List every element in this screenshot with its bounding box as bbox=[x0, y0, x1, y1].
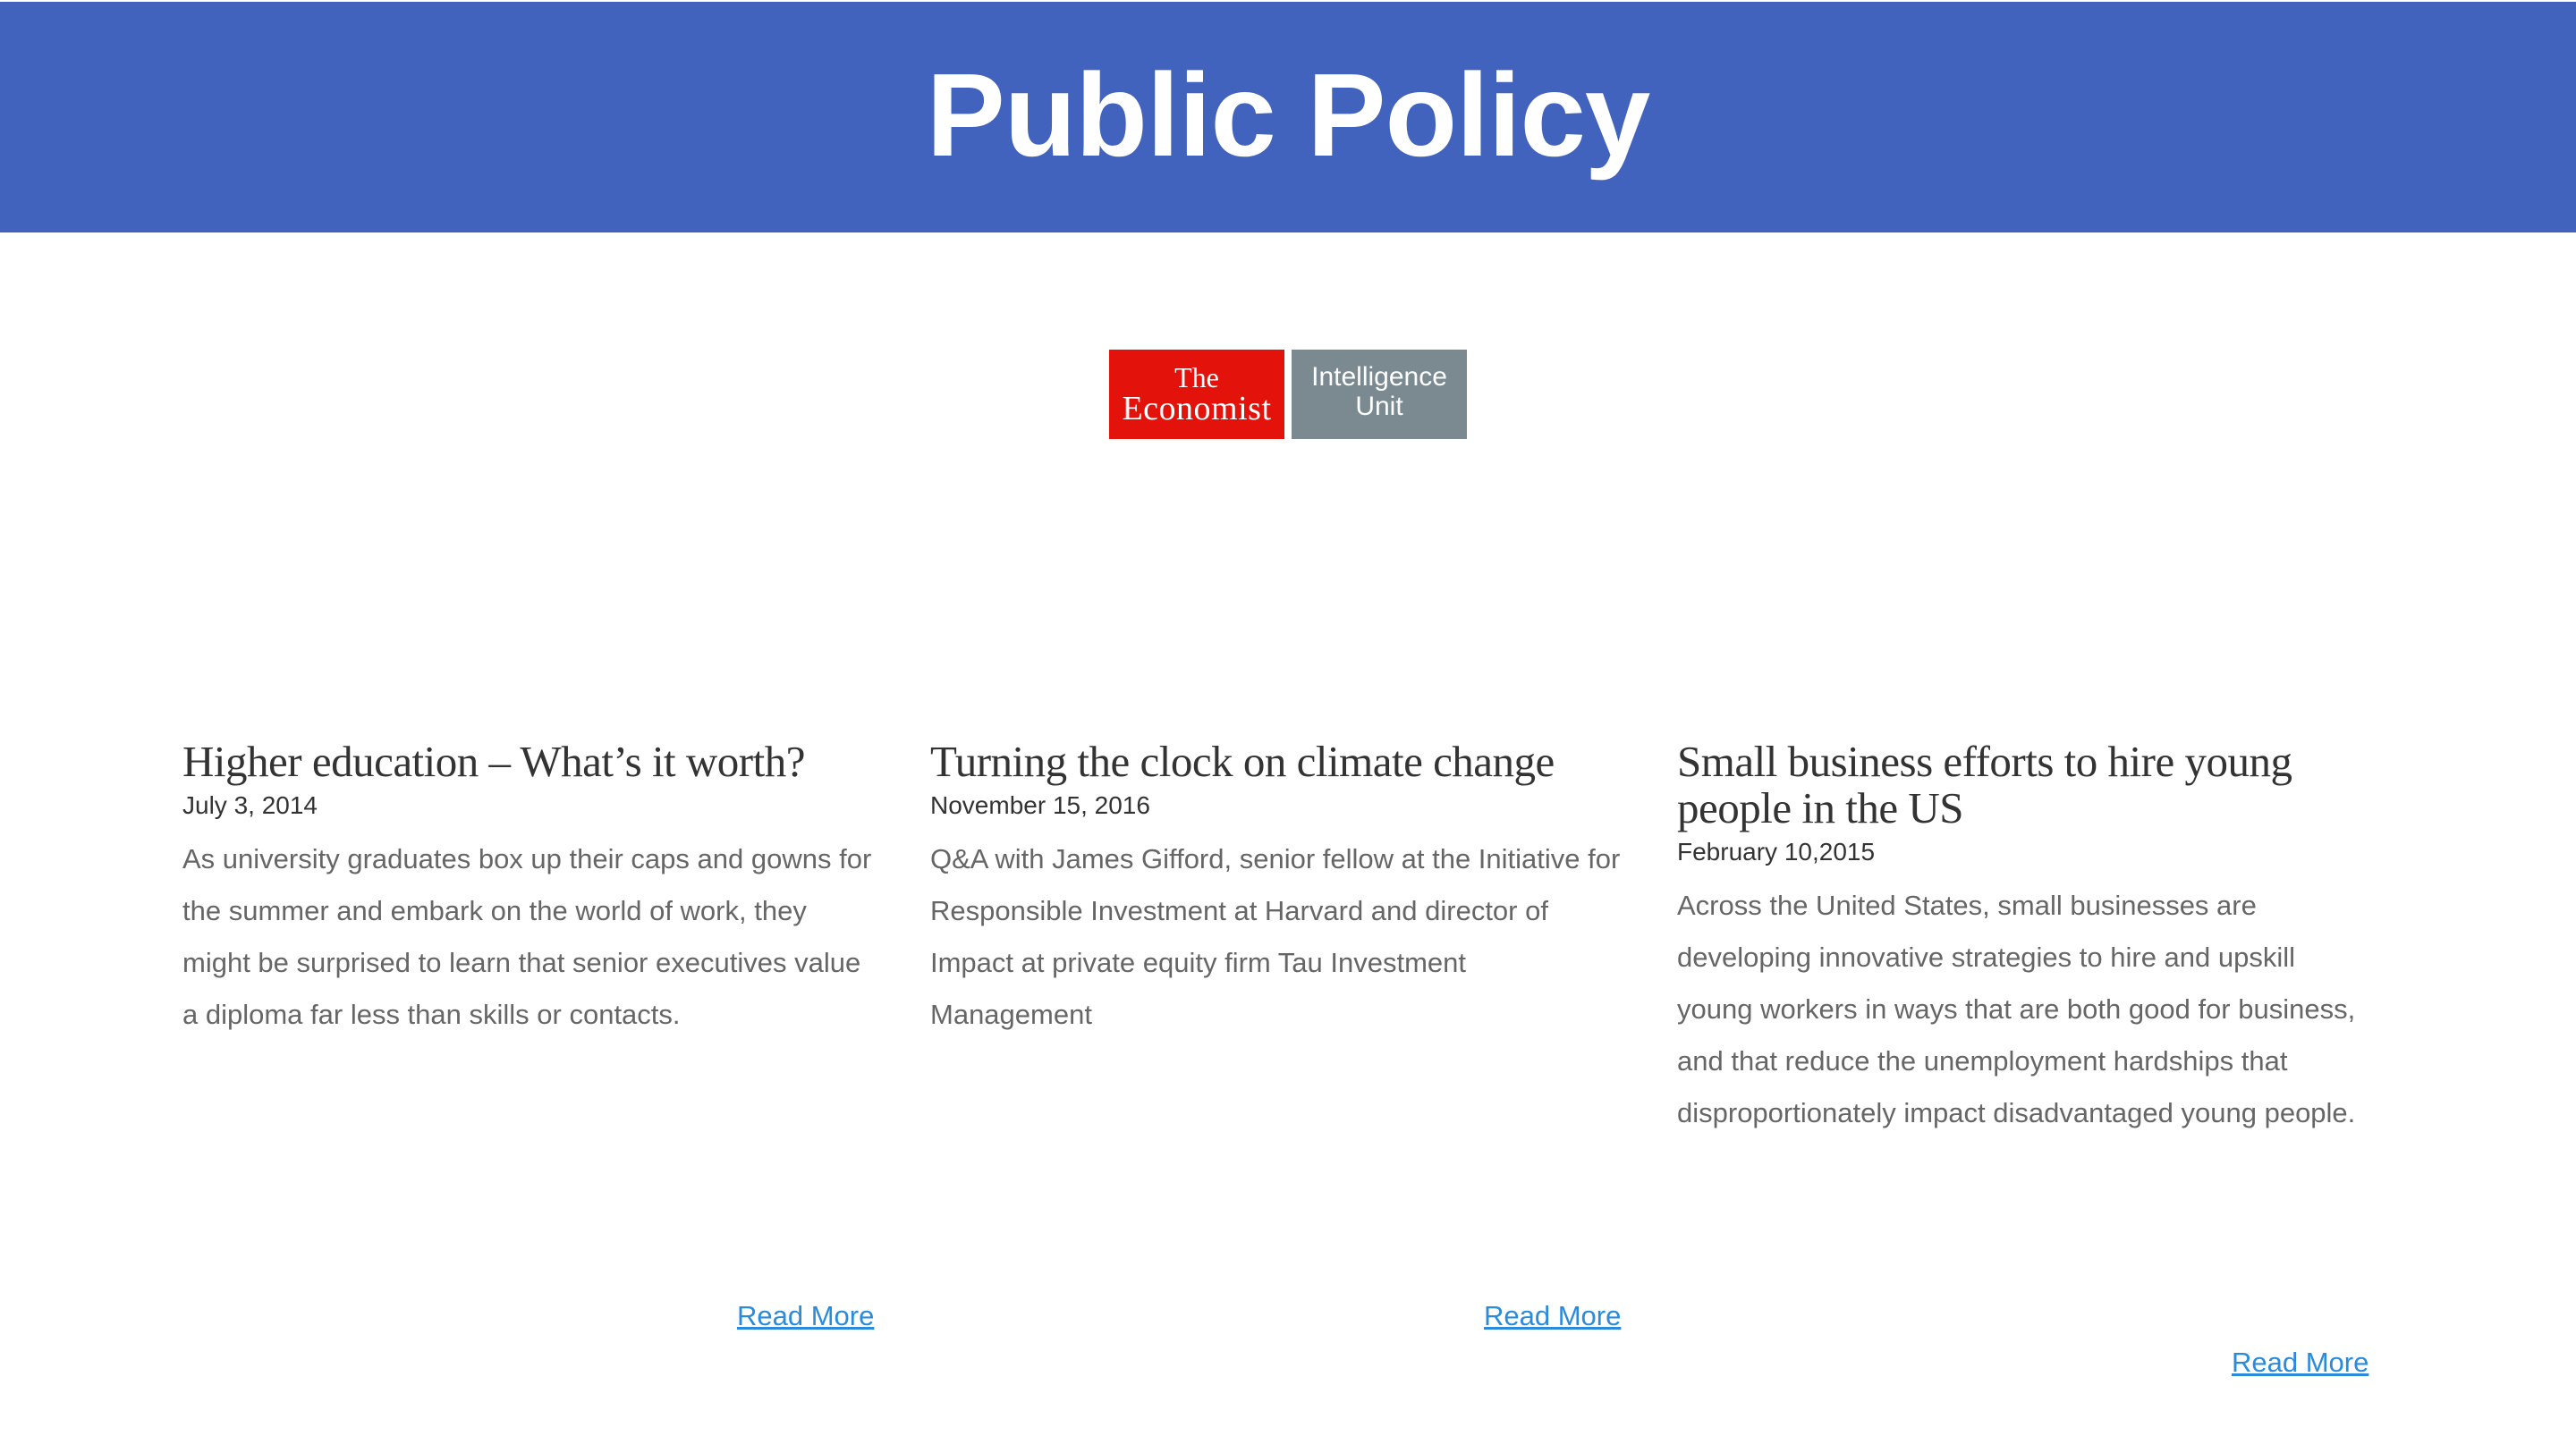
article-date: February 10,2015 bbox=[1677, 838, 1876, 866]
logo-text-economist: Economist bbox=[1122, 390, 1272, 427]
read-more-link[interactable]: Read More bbox=[1484, 1298, 1621, 1334]
read-more-link[interactable]: Read More bbox=[737, 1298, 874, 1334]
article-card: Higher education – What’s it worth? July… bbox=[182, 739, 880, 1041]
article-card: Small business efforts to hire young peo… bbox=[1677, 739, 2375, 1139]
article-date: November 15, 2016 bbox=[930, 791, 1150, 819]
article-summary: As university graduates box up their cap… bbox=[182, 843, 872, 1030]
page-title: Public Policy bbox=[926, 49, 1651, 181]
logo-text-intelligence: Intelligence bbox=[1311, 362, 1447, 392]
logo-text-unit: Unit bbox=[1355, 392, 1403, 421]
article-summary: Q&A with James Gifford, senior fellow at… bbox=[930, 843, 1621, 1030]
article-date: July 3, 2014 bbox=[182, 791, 318, 819]
logo-text-the: The bbox=[1174, 361, 1219, 393]
intelligence-unit-logo-block: Intelligence Unit bbox=[1292, 350, 1467, 439]
article-title: Turning the clock on climate change bbox=[930, 737, 1555, 786]
article-summary: Across the United States, small business… bbox=[1677, 890, 2356, 1128]
page-header-banner: Public Policy bbox=[0, 2, 2576, 232]
economist-logo-block: The Economist bbox=[1109, 350, 1284, 439]
article-title: Small business efforts to hire young peo… bbox=[1677, 737, 2292, 832]
article-title: Higher education – What’s it worth? bbox=[182, 737, 806, 786]
read-more-link[interactable]: Read More bbox=[2232, 1345, 2368, 1381]
article-card: Turning the clock on climate change Nove… bbox=[930, 739, 1628, 1041]
